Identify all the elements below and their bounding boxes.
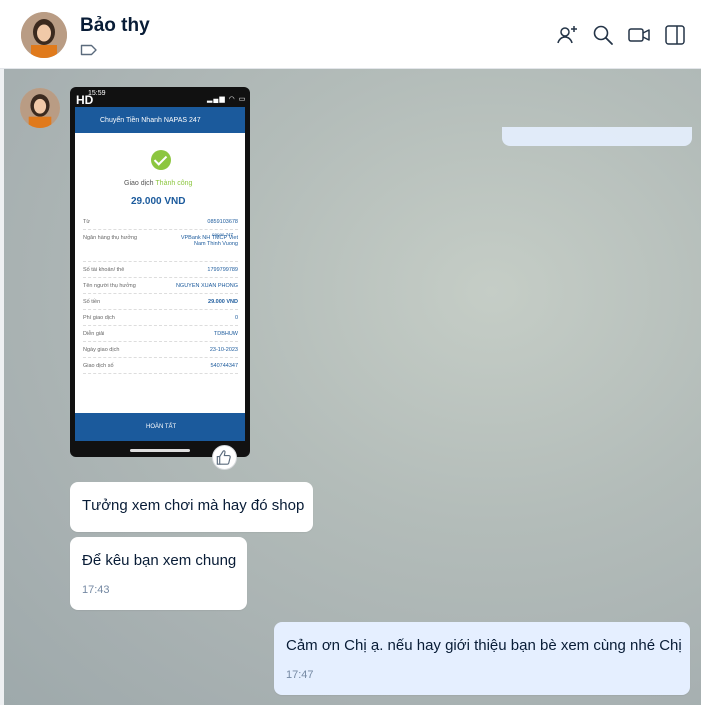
detail-row: Phí giao dịch 0 (83, 310, 238, 326)
receipt-title: Chuyển Tiền Nhanh NAPAS 247 (100, 117, 201, 124)
status-label: Giao dịch (124, 180, 154, 187)
search-icon[interactable] (591, 23, 615, 47)
like-reaction-button[interactable] (212, 445, 237, 470)
message-text: Cảm ơn Chị ạ. nếu hay giới thiệu bạn bè … (286, 637, 682, 654)
detail-row: Từ 0859103678 (83, 214, 238, 230)
detail-row: Số tiền 29.000 VND (83, 294, 238, 310)
detail-row: Ngày giao dịch 23-10-2023 (83, 342, 238, 358)
previous-message-bubble (502, 127, 692, 146)
sidebar-toggle-icon[interactable] (663, 23, 687, 47)
add-member-icon[interactable] (555, 23, 579, 47)
transaction-status: Giao dịch Thành công (124, 180, 192, 187)
my-message-bubble[interactable]: Cảm ơn Chị ạ. nếu hay giới thiệu bạn bè … (274, 622, 690, 695)
sender-avatar[interactable] (20, 88, 60, 128)
contact-avatar[interactable] (21, 12, 67, 58)
message-time: 17:47 (286, 669, 314, 681)
message-bubble[interactable]: Tưởng xem chơi mà hay đó shop (70, 482, 313, 532)
done-button-label: HOÀN TẤT (146, 424, 177, 430)
status-value: Thành công (155, 180, 193, 187)
napas-tag: napas 247 (212, 232, 234, 237)
tag-icon[interactable] (80, 43, 98, 57)
message-text: Để kêu bạn xem chung (82, 552, 237, 569)
receipt-details: Từ 0859103678 Ngân hàng thụ hưởng VPBank N… (83, 214, 238, 374)
message-text: Tưởng xem chơi mà hay đó shop (82, 497, 305, 514)
contact-name[interactable]: Bảo thy (80, 15, 150, 37)
message-time: 17:43 (82, 584, 110, 596)
detail-row: Giao dịch số 540744347 (83, 358, 238, 374)
thumbs-up-icon (216, 450, 231, 465)
transaction-amount: 29.000 VND (131, 196, 186, 207)
video-call-icon[interactable] (627, 23, 651, 47)
success-check-icon (151, 150, 171, 170)
message-bubble[interactable]: Để kêu bạn xem chung 17:43 (70, 537, 247, 610)
phone-status-icons: ▂▄▆ ◠ ▭ (207, 96, 247, 103)
phone-home-bar (130, 449, 190, 452)
detail-row: Tên người thụ hưởng NGUYEN XUAN PHONG (83, 278, 238, 294)
detail-row: Số tài khoản/ thẻ 1799799789 (83, 262, 238, 278)
detail-row: Diễn giải TDBHUW (83, 326, 238, 342)
phone-time: 15:59 (88, 90, 106, 97)
chat-header: Bảo thy (0, 0, 701, 69)
